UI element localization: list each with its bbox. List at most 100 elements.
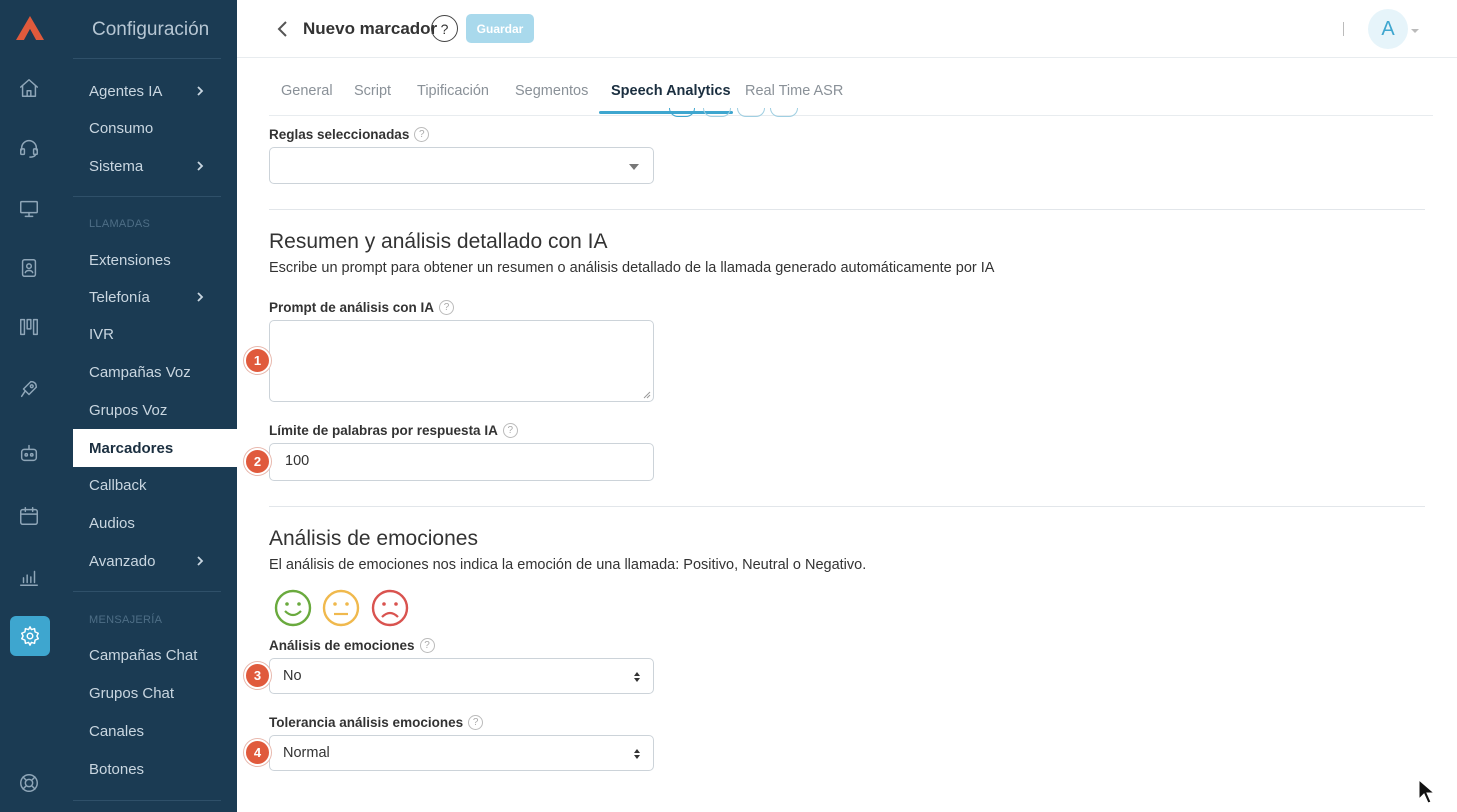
field-label-text: Prompt de análisis con IA	[269, 300, 435, 315]
sidebar-item-label: Callback	[89, 476, 147, 494]
icon-rail	[0, 0, 57, 812]
chevron-down-icon[interactable]	[1410, 22, 1420, 33]
sidebar-item-label: Campañas Voz	[89, 363, 191, 381]
divider	[73, 591, 221, 592]
sidebar-item-label: Audios	[89, 514, 135, 532]
section-label-calls: LLAMADAS	[89, 218, 151, 230]
sidebar-item-label: Agentes IA	[89, 82, 163, 100]
help-button[interactable]: ?	[431, 15, 458, 42]
summary-heading: Resumen y análisis detallado con IA	[269, 230, 608, 253]
sidebar-item-sistema[interactable]: Sistema	[73, 148, 237, 184]
home-icon[interactable]	[16, 75, 42, 101]
sidebar-item-label: Telefonía	[89, 288, 150, 306]
sidebar-item-consumo[interactable]: Consumo	[73, 110, 237, 146]
field-label-text: Límite de palabras por respuesta IA	[269, 423, 498, 438]
stats-icon[interactable]	[16, 564, 42, 590]
resize-handle-icon[interactable]	[643, 391, 651, 399]
support-icon[interactable]	[16, 770, 42, 796]
tab-tipificacion[interactable]: Tipificación	[417, 83, 489, 99]
settings-icon[interactable]	[10, 616, 50, 656]
calendar-icon[interactable]	[16, 503, 42, 529]
sidebar-item-label: Grupos Voz	[89, 401, 168, 419]
section-divider	[269, 209, 1425, 210]
sidebar-item-grupos-voz[interactable]: Grupos Voz	[73, 392, 237, 428]
tolerance-label: Tolerancia análisis emociones ?	[269, 715, 484, 730]
sidebar-item-telefonia[interactable]: Telefonía	[73, 279, 237, 315]
word-limit-input[interactable]: 100	[269, 443, 654, 481]
chevron-right-icon	[193, 554, 207, 568]
sidebar-item-label: Canales	[89, 722, 145, 740]
columns-icon[interactable]	[16, 314, 42, 340]
emotions-label: Análisis de emociones ?	[269, 638, 435, 653]
prompt-textarea[interactable]	[269, 320, 654, 402]
field-label-text: Reglas seleccionadas	[269, 127, 410, 142]
avatar[interactable]: A	[1368, 9, 1408, 49]
sidebar-item-extensiones[interactable]: Extensiones	[73, 242, 237, 278]
sidebar-item-canales[interactable]: Canales	[73, 713, 237, 749]
tolerance-select[interactable]: Normal	[269, 735, 654, 771]
sidebar-item-audios[interactable]: Audios	[73, 505, 237, 541]
sidebar-item-botones[interactable]: Botones	[73, 751, 237, 787]
sidebar-item-grupos-chat[interactable]: Grupos Chat	[73, 675, 237, 711]
back-arrow-icon[interactable]	[275, 18, 291, 40]
save-button[interactable]: Guardar	[466, 14, 534, 43]
rules-select[interactable]	[269, 147, 654, 184]
sidebar-item-label: Grupos Chat	[89, 684, 175, 702]
sidebar-item-label: Sistema	[89, 157, 144, 175]
chevron-right-icon	[193, 290, 207, 304]
sidebar-item-label: Marcadores	[89, 439, 174, 457]
sidebar-item-agentes-ia[interactable]: Agentes IA	[73, 73, 237, 109]
contacts-icon[interactable]	[16, 255, 42, 281]
sidebar-item-callback[interactable]: Callback	[73, 467, 237, 503]
summary-description: Escribe un prompt para obtener un resume…	[269, 260, 995, 276]
help-icon[interactable]: ?	[502, 423, 518, 438]
emotions-description: El análisis de emociones nos indica la e…	[269, 557, 867, 573]
step-badge-1: 1	[244, 347, 271, 374]
section-label-messaging: MENSAJERÍA	[89, 614, 163, 626]
tab-script[interactable]: Script	[354, 83, 391, 99]
help-icon[interactable]: ?	[414, 127, 430, 142]
neutral-face-icon	[322, 589, 360, 627]
sad-face-icon	[371, 589, 409, 627]
sidebar-item-campanas-voz[interactable]: Campañas Voz	[73, 354, 237, 390]
monitor-icon[interactable]	[16, 196, 42, 222]
divider	[73, 196, 221, 197]
step-badge-3: 3	[244, 662, 271, 689]
tab-general[interactable]: General	[281, 83, 333, 99]
headset-icon[interactable]	[16, 135, 42, 161]
help-icon[interactable]: ?	[439, 300, 455, 315]
step-badge-2: 2	[244, 448, 271, 475]
select-arrows-icon	[634, 749, 640, 759]
emotions-select[interactable]: No	[269, 658, 654, 694]
select-value: Normal	[283, 745, 330, 761]
sidebar-item-label: Campañas Chat	[89, 646, 198, 664]
rules-label: Reglas seleccionadas ?	[269, 127, 430, 142]
divider	[73, 58, 221, 59]
header-separator	[1343, 22, 1344, 36]
tab-segmentos[interactable]: Segmentos	[515, 83, 588, 99]
divider	[73, 800, 221, 801]
rocket-icon[interactable]	[16, 376, 42, 402]
input-value: 100	[285, 453, 310, 469]
sidebar-item-campanas-chat[interactable]: Campañas Chat	[73, 637, 237, 673]
sidebar-item-ivr[interactable]: IVR	[73, 316, 237, 352]
field-label-text: Tolerancia análisis emociones	[269, 715, 464, 730]
help-icon[interactable]: ?	[419, 638, 435, 653]
settings-sidebar: Configuración Agentes IA Consumo Sistema…	[57, 0, 237, 812]
sidebar-title: Configuración	[92, 19, 210, 40]
step-badge-4: 4	[244, 739, 271, 766]
section-divider	[269, 506, 1425, 507]
chevron-right-icon	[193, 159, 207, 173]
robot-icon[interactable]	[16, 440, 42, 466]
sidebar-item-label: IVR	[89, 325, 115, 343]
logo-icon[interactable]	[14, 14, 46, 42]
tab-bar: General Script Tipificación Segmentos Sp…	[269, 58, 1433, 116]
sidebar-item-marcadores[interactable]: Marcadores	[73, 429, 237, 467]
sidebar-item-avanzado[interactable]: Avanzado	[73, 543, 237, 579]
sidebar-item-label: Botones	[89, 760, 145, 778]
sidebar-item-label: Avanzado	[89, 552, 156, 570]
tab-speech-analytics[interactable]: Speech Analytics	[611, 83, 731, 99]
chevron-right-icon	[193, 84, 207, 98]
help-icon[interactable]: ?	[468, 715, 484, 730]
tab-real-time-asr[interactable]: Real Time ASR	[745, 83, 843, 99]
